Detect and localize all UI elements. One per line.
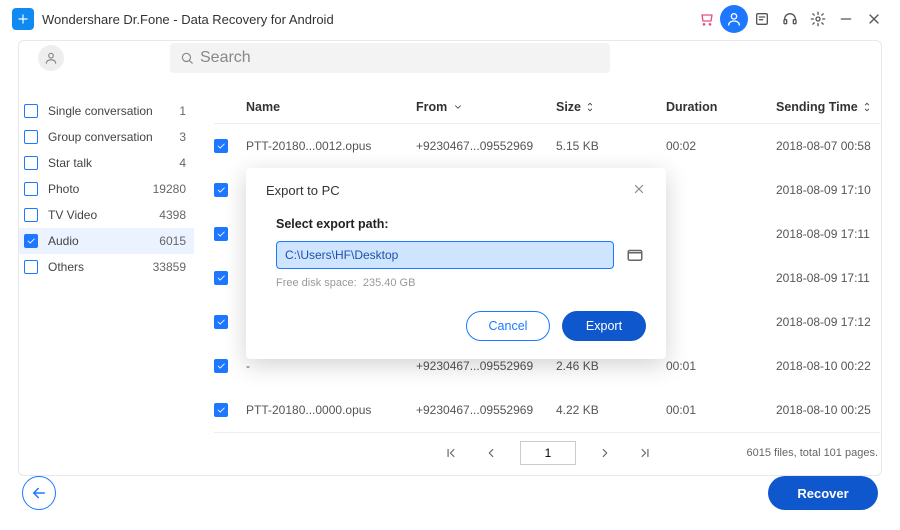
cell-name: PTT-20180...0012.opus xyxy=(246,139,416,153)
header-duration[interactable]: Duration xyxy=(666,100,776,114)
cell-duration: 00:01 xyxy=(666,359,776,373)
sidebar-item-label: Others xyxy=(48,260,153,274)
sidebar-item-count: 1 xyxy=(179,104,186,118)
checkbox-icon[interactable] xyxy=(24,104,38,118)
cell-time: 2018-08-09 17:11 xyxy=(776,227,882,241)
sidebar-item-label: Group conversation xyxy=(48,130,179,144)
prev-page-icon[interactable] xyxy=(480,442,502,464)
sidebar-item[interactable]: TV Video4398 xyxy=(18,202,194,228)
sidebar-item-count: 3 xyxy=(179,130,186,144)
row-checkbox-icon[interactable] xyxy=(214,271,228,285)
sidebar-item[interactable]: Star talk4 xyxy=(18,150,194,176)
row-checkbox-icon[interactable] xyxy=(214,403,228,417)
recover-button[interactable]: Recover xyxy=(768,476,878,510)
sidebar-item-label: Photo xyxy=(48,182,153,196)
row-checkbox-icon[interactable] xyxy=(214,139,228,153)
last-page-icon[interactable] xyxy=(634,442,656,464)
app-title: Wondershare Dr.Fone - Data Recovery for … xyxy=(42,12,334,27)
toolbar: Search xyxy=(0,38,900,78)
sidebar-item-count: 19280 xyxy=(153,182,186,196)
sidebar-item-count: 6015 xyxy=(159,234,186,248)
sidebar: Single conversation1Group conversation3S… xyxy=(18,78,194,468)
header-size[interactable]: Size xyxy=(556,100,666,114)
cell-size: 4.22 KB xyxy=(556,403,666,417)
sidebar-item-label: TV Video xyxy=(48,208,159,222)
header-time[interactable]: Sending Time xyxy=(776,100,882,114)
row-checkbox-icon[interactable] xyxy=(214,227,228,241)
sidebar-item-count: 4 xyxy=(179,156,186,170)
cell-time: 2018-08-10 00:25 xyxy=(776,403,882,417)
row-checkbox-icon[interactable] xyxy=(214,183,228,197)
checkbox-icon[interactable] xyxy=(24,234,38,248)
cell-name: - xyxy=(246,359,416,373)
cell-duration: 00:01 xyxy=(666,403,776,417)
table-header: Name From Size Duration Sending Time xyxy=(214,90,882,124)
row-checkbox-icon[interactable] xyxy=(214,315,228,329)
checkbox-icon[interactable] xyxy=(24,130,38,144)
export-modal: Export to PC Select export path: Free di… xyxy=(246,168,666,359)
app-logo-icon xyxy=(12,8,34,30)
pager: 1 6015 files, total 101 pages. xyxy=(214,432,882,472)
sidebar-item-label: Audio xyxy=(48,234,159,248)
back-button[interactable] xyxy=(22,476,56,510)
export-button[interactable]: Export xyxy=(562,311,646,341)
sidebar-item[interactable]: Single conversation1 xyxy=(18,98,194,124)
cell-time: 2018-08-07 00:58 xyxy=(776,139,882,153)
checkbox-icon[interactable] xyxy=(24,260,38,274)
modal-close-icon[interactable] xyxy=(632,182,646,199)
table-row[interactable]: PTT-20180...0000.opus+9230467...09552969… xyxy=(214,388,882,432)
headset-icon[interactable] xyxy=(776,5,804,33)
modal-title: Export to PC xyxy=(266,183,340,198)
sidebar-item-label: Single conversation xyxy=(48,104,179,118)
checkbox-icon[interactable] xyxy=(24,182,38,196)
cell-time: 2018-08-09 17:11 xyxy=(776,271,882,285)
sidebar-item-count: 4398 xyxy=(159,208,186,222)
gear-icon[interactable] xyxy=(804,5,832,33)
sidebar-item[interactable]: Others33859 xyxy=(18,254,194,280)
checkbox-icon[interactable] xyxy=(24,156,38,170)
pager-summary: 6015 files, total 101 pages. xyxy=(747,447,878,459)
cell-name: PTT-20180...0000.opus xyxy=(246,403,416,417)
titlebar: Wondershare Dr.Fone - Data Recovery for … xyxy=(0,0,900,38)
page-number[interactable]: 1 xyxy=(520,441,576,465)
cell-size: 5.15 KB xyxy=(556,139,666,153)
row-checkbox-icon[interactable] xyxy=(214,359,228,373)
cell-from: +9230467...09552969 xyxy=(416,139,556,153)
cancel-button[interactable]: Cancel xyxy=(466,311,550,341)
bottombar: Recover xyxy=(0,468,900,518)
header-from[interactable]: From xyxy=(416,100,556,114)
table-row[interactable]: PTT-20180...0012.opus+9230467...09552969… xyxy=(214,124,882,168)
sidebar-item[interactable]: Audio6015 xyxy=(18,228,194,254)
header-name[interactable]: Name xyxy=(246,100,416,114)
modal-path-label: Select export path: xyxy=(276,217,646,231)
export-path-input[interactable] xyxy=(276,241,614,269)
checkbox-icon[interactable] xyxy=(24,208,38,222)
cell-size: 2.46 KB xyxy=(556,359,666,373)
cell-time: 2018-08-10 00:22 xyxy=(776,359,882,373)
feedback-icon[interactable] xyxy=(748,5,776,33)
cell-duration: 00:02 xyxy=(666,139,776,153)
person-icon[interactable] xyxy=(38,45,64,71)
cell-time: 2018-08-09 17:10 xyxy=(776,183,882,197)
close-icon[interactable] xyxy=(860,5,888,33)
user-icon[interactable] xyxy=(720,5,748,33)
sidebar-item[interactable]: Group conversation3 xyxy=(18,124,194,150)
sidebar-item[interactable]: Photo19280 xyxy=(18,176,194,202)
next-page-icon[interactable] xyxy=(594,442,616,464)
cell-time: 2018-08-09 17:12 xyxy=(776,315,882,329)
cell-from: +9230467...09552969 xyxy=(416,403,556,417)
free-disk-space: Free disk space: 235.40 GB xyxy=(276,277,646,289)
search-input[interactable]: Search xyxy=(170,43,610,73)
first-page-icon[interactable] xyxy=(440,442,462,464)
cell-from: +9230467...09552969 xyxy=(416,359,556,373)
minimize-icon[interactable] xyxy=(832,5,860,33)
cart-icon[interactable] xyxy=(692,5,720,33)
search-placeholder: Search xyxy=(200,49,251,67)
sidebar-item-count: 33859 xyxy=(153,260,186,274)
sidebar-item-label: Star talk xyxy=(48,156,179,170)
browse-icon[interactable] xyxy=(624,244,646,266)
